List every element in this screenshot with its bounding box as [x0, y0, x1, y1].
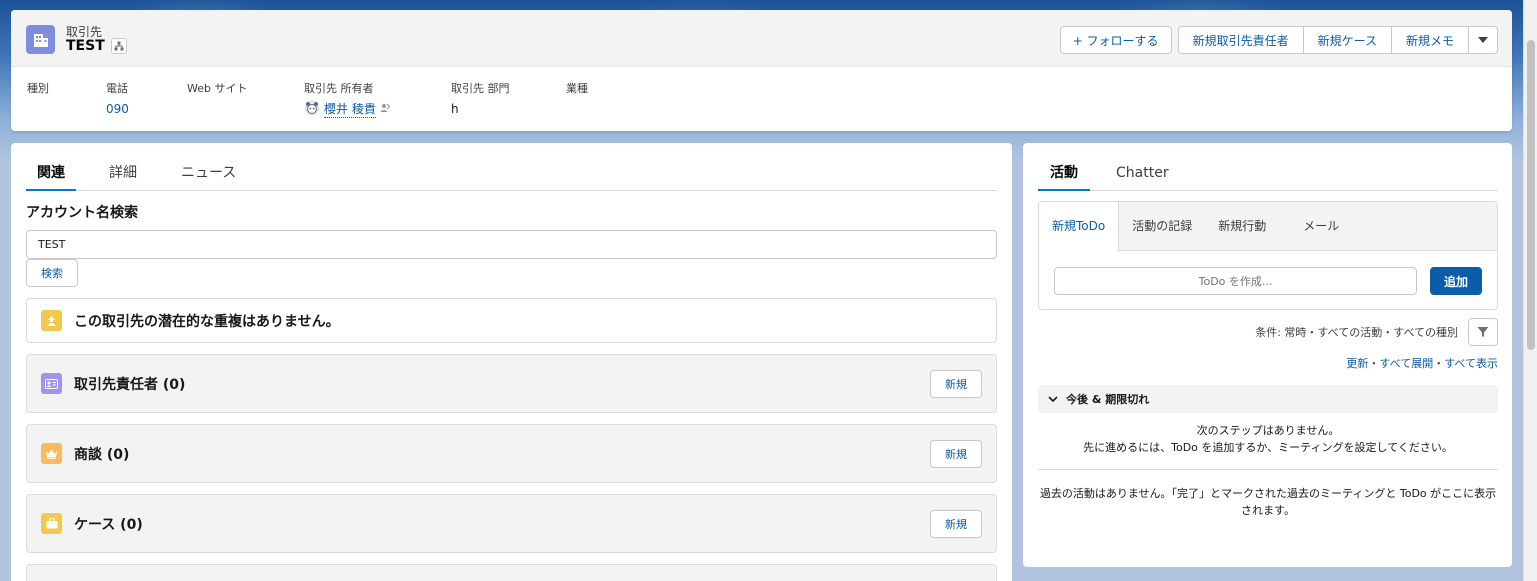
- new-contact-button[interactable]: 新規取引先責任者: [1177, 26, 1303, 54]
- new-note-button[interactable]: 新規メモ: [1390, 26, 1468, 54]
- tab-chatter[interactable]: Chatter: [1104, 161, 1181, 191]
- highlight-owner: 取引先 所有者 櫻井 稜貴: [304, 80, 451, 118]
- new-case-button[interactable]: 新規ケース: [1302, 26, 1391, 54]
- phone-link[interactable]: 090: [106, 100, 187, 118]
- tab-new-todo[interactable]: 新規ToDo: [1039, 202, 1120, 252]
- new-opportunity-button[interactable]: 新規: [930, 440, 982, 468]
- upcoming-label: 今後 & 期限切れ: [1066, 393, 1150, 406]
- new-contact-related-button[interactable]: 新規: [930, 370, 982, 398]
- related-list-next: [26, 564, 997, 581]
- activity-links: 更新・すべて展開・すべて表示: [1346, 357, 1498, 370]
- search-button[interactable]: 検索: [26, 259, 78, 287]
- tab-new-event[interactable]: 新規行動: [1205, 202, 1279, 250]
- crown-icon: [41, 443, 62, 464]
- related-list-title[interactable]: ケース (0): [74, 514, 143, 534]
- highlight-phone: 電話 090: [106, 80, 187, 118]
- tab-activity[interactable]: 活動: [1038, 161, 1090, 191]
- no-next-line2: 先に進めるには、ToDo を追加するか、ミーティングを設定してください。: [1083, 441, 1453, 454]
- highlight-value: [187, 100, 304, 118]
- add-todo-button[interactable]: 追加: [1429, 267, 1482, 295]
- record-name: TEST: [66, 38, 105, 54]
- activity-filter-row: 条件: 常時・すべての活動・すべての種別: [1255, 318, 1498, 346]
- chevron-down-icon: [1048, 395, 1058, 402]
- highlight-label: 業種: [566, 82, 588, 95]
- divider: [1038, 469, 1498, 470]
- owner-row: 櫻井 稜貴: [304, 100, 451, 118]
- account-search-title: アカウント名検索: [26, 205, 138, 221]
- tab-log-activity[interactable]: 活動の記録: [1119, 202, 1205, 250]
- highlight-type: 種別: [27, 80, 106, 118]
- tab-news[interactable]: ニュース: [170, 161, 247, 191]
- record-header: 取引先 TEST + フォローする 新規取引先責任者 新規ケース 新規メモ 種別: [11, 10, 1512, 131]
- no-next-steps: 次のステップはありません。 先に進めるには、ToDo を追加するか、ミーティング…: [1038, 422, 1498, 456]
- new-case-related-button[interactable]: 新規: [930, 510, 982, 538]
- follow-button[interactable]: + フォローする: [1059, 26, 1172, 54]
- record-tabs: 関連 詳細 ニュース: [26, 161, 997, 191]
- briefcase-icon: [41, 513, 62, 534]
- activity-tabs: 活動 Chatter: [1038, 161, 1498, 191]
- composer-tabs: 新規ToDo 活動の記録 新規行動 メール: [1039, 202, 1497, 252]
- chevron-down-icon: [1478, 37, 1488, 43]
- todo-input[interactable]: [1054, 267, 1417, 295]
- header-actions: + フォローする 新規取引先責任者 新規ケース 新規メモ: [1059, 26, 1498, 54]
- refresh-link[interactable]: 更新: [1346, 357, 1368, 370]
- activity-composer: 新規ToDo 活動の記録 新規行動 メール 追加: [1038, 201, 1498, 310]
- highlight-label: 取引先 部門: [451, 82, 510, 95]
- tab-details[interactable]: 詳細: [98, 161, 148, 191]
- duplicate-message: この取引先の潜在的な重複はありません。: [74, 313, 340, 330]
- tab-email[interactable]: メール: [1279, 202, 1352, 250]
- highlight-label: Web サイト: [187, 82, 248, 95]
- record-header-top: 取引先 TEST + フォローする 新規取引先責任者 新規ケース 新規メモ: [11, 10, 1512, 67]
- highlight-label: 種別: [27, 82, 49, 95]
- expand-all-link[interactable]: すべて展開: [1379, 357, 1433, 370]
- record-name-row: TEST: [66, 38, 127, 54]
- account-icon: [26, 25, 55, 54]
- upcoming-section-header[interactable]: 今後 & 期限切れ: [1038, 385, 1498, 413]
- related-panel: 関連 詳細 ニュース アカウント名検索 検索 この取引先の潜在的な重複はありませ…: [11, 143, 1012, 581]
- more-actions-button[interactable]: [1468, 26, 1498, 54]
- contact-card-icon: [41, 373, 62, 394]
- highlight-label: 取引先 所有者: [304, 82, 374, 95]
- duplicate-icon: [41, 310, 62, 331]
- no-past-activity: 過去の活動はありません。「完了」とマークされた過去のミーティングと ToDo が…: [1039, 487, 1497, 517]
- related-list-title[interactable]: 商談 (0): [74, 444, 129, 464]
- related-list-opportunities: 商談 (0) 新規: [26, 424, 997, 483]
- related-list-contacts: 取引先責任者 (0) 新規: [26, 354, 997, 413]
- related-list-cases: ケース (0) 新規: [26, 494, 997, 553]
- filter-text: 条件: 常時・すべての活動・すべての種別: [1255, 326, 1458, 339]
- highlight-industry: 業種: [566, 80, 646, 118]
- highlight-value: [566, 100, 646, 118]
- highlight-division: 取引先 部門 h: [451, 80, 566, 118]
- account-search-input[interactable]: [26, 230, 997, 259]
- highlight-label: 電話: [106, 82, 128, 95]
- scrollbar-thumb[interactable]: [1527, 40, 1535, 350]
- highlight-website: Web サイト: [187, 80, 304, 118]
- activity-panel: 活動 Chatter 新規ToDo 活動の記録 新規行動 メール 追加 条件: …: [1023, 143, 1512, 567]
- filter-button[interactable]: [1468, 318, 1498, 346]
- duplicate-notice: この取引先の潜在的な重複はありません。: [26, 298, 997, 343]
- highlight-value: [27, 100, 106, 118]
- show-all-link[interactable]: すべて表示: [1444, 357, 1498, 370]
- related-list-title[interactable]: 取引先責任者 (0): [74, 374, 185, 394]
- owner-avatar: [304, 100, 320, 119]
- filter-icon: [1477, 327, 1489, 337]
- highlight-value: h: [451, 102, 459, 116]
- owner-link[interactable]: 櫻井 稜貴: [324, 100, 376, 118]
- hierarchy-icon[interactable]: [110, 38, 127, 54]
- action-button-group: 新規取引先責任者 新規ケース 新規メモ: [1177, 26, 1498, 54]
- no-next-line1: 次のステップはありません。: [1196, 424, 1340, 437]
- change-owner-icon[interactable]: [380, 102, 391, 116]
- page-scrollbar[interactable]: [1523, 0, 1537, 581]
- highlights-panel: 種別 電話 090 Web サイト 取引先 所有者 櫻井 稜貴 取引先 部門 h…: [27, 80, 646, 118]
- tab-related[interactable]: 関連: [26, 161, 76, 191]
